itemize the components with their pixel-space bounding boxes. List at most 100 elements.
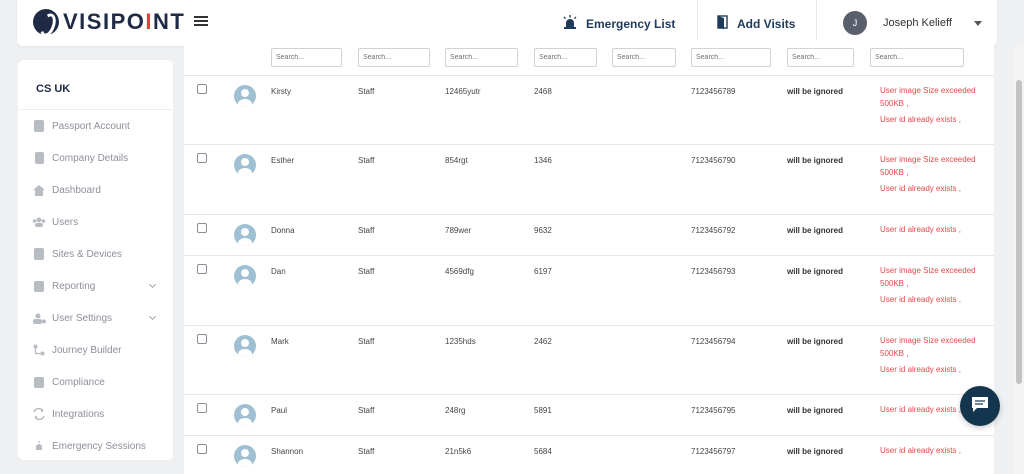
user-avatar-icon [234, 335, 256, 357]
row-checkbox[interactable] [197, 334, 207, 344]
error-user-id-exists: User id already exists , [880, 365, 961, 374]
organization-name: CS UK [18, 60, 173, 110]
add-visits-button[interactable]: Add Visits [717, 15, 795, 32]
search-column5-input[interactable] [612, 48, 676, 67]
journey-icon [32, 344, 46, 356]
search-phone-input[interactable] [691, 48, 771, 67]
table-row[interactable]: Kirsty Staff 12465yutr 2468 7123456789 w… [184, 76, 994, 145]
user-id-cell: 789wer [445, 226, 472, 235]
row-checkbox[interactable] [197, 223, 207, 233]
row-checkbox[interactable] [197, 264, 207, 274]
user-menu[interactable]: J Joseph Kelieff [843, 11, 982, 35]
user-avatar-icon [234, 154, 256, 176]
user-avatar-icon [234, 445, 256, 467]
sidebar-item-dashboard[interactable]: Dashboard [18, 174, 173, 206]
table-row[interactable]: Esther Staff 854rgt 1346 7123456790 will… [184, 145, 994, 215]
logo-mark-icon [33, 9, 59, 35]
user-name-cell: Esther [271, 156, 295, 165]
sidebar-item-sites-devices[interactable]: Sites & Devices [18, 238, 173, 270]
status-cell: will be ignored [787, 337, 844, 346]
passport-icon [32, 120, 46, 132]
row-checkbox[interactable] [197, 84, 207, 94]
search-type-input[interactable] [358, 48, 430, 67]
search-status-input[interactable] [787, 48, 854, 67]
user-settings-icon [32, 312, 46, 324]
user-type-cell: Staff [358, 447, 375, 456]
sidebar-item-compliance[interactable]: Compliance [18, 366, 173, 398]
emergency-list-button[interactable]: Emergency List [562, 15, 675, 32]
table-row[interactable]: Shannon Staff 21n5k6 5684 7123456797 wil… [184, 436, 994, 474]
hamburger-menu-icon[interactable] [194, 14, 208, 28]
row-checkbox[interactable] [197, 403, 207, 413]
sidebar-item-integrations[interactable]: Integrations [18, 398, 173, 430]
user-name-cell: Dan [271, 267, 286, 276]
users-import-table: Kirsty Staff 12465yutr 2468 7123456789 w… [184, 40, 994, 474]
user-avatar-icon [234, 85, 256, 107]
page-scrollbar[interactable] [1014, 46, 1024, 474]
building-icon [32, 152, 46, 164]
table-row[interactable]: Paul Staff 248rg 5891 7123456795 will be… [184, 395, 994, 436]
chat-bubble-icon [970, 395, 990, 418]
door-icon [717, 15, 729, 32]
users-icon [32, 216, 46, 228]
error-image-size: User image Size exceeded 500KB , [880, 86, 976, 108]
user-id-cell: 854rgt [445, 156, 468, 165]
phone-cell: 7123456797 [691, 447, 736, 456]
sidebar-item-passport-account[interactable]: Passport Account [18, 110, 173, 142]
chat-button[interactable] [960, 386, 1000, 426]
sidebar-item-journey-builder[interactable]: Journey Builder [18, 334, 173, 366]
error-image-size: User image Size exceeded 500KB , [880, 155, 976, 177]
phone-cell: 7123456794 [691, 337, 736, 346]
emergency-list-label: Emergency List [586, 16, 676, 31]
caret-down-icon [973, 20, 982, 26]
user-type-cell: Staff [358, 406, 375, 415]
user-type-cell: Staff [358, 226, 375, 235]
user-name-cell: Mark [271, 337, 289, 346]
sidebar-item-reporting[interactable]: Reporting [18, 270, 173, 302]
sidebar-item-company-details[interactable]: Company Details [18, 142, 173, 174]
user-avatar-icon [234, 404, 256, 426]
search-id-input[interactable] [445, 48, 518, 67]
scrollbar-thumb[interactable] [1016, 80, 1022, 384]
user-code-cell: 9632 [534, 226, 552, 235]
phone-cell: 7123456789 [691, 87, 736, 96]
user-name-cell: Shannon [271, 447, 304, 456]
row-checkbox[interactable] [197, 153, 207, 163]
error-user-id-exists: User id already exists , [880, 225, 961, 234]
column-search-row [184, 48, 994, 68]
sidebar-item-users[interactable]: Users [18, 206, 173, 238]
visipoint-logo[interactable]: VISIPOINT [33, 9, 185, 35]
user-type-cell: Staff [358, 87, 375, 96]
report-icon [32, 280, 46, 292]
search-code-input[interactable] [534, 48, 597, 67]
sidebar-item-emergency-sessions[interactable]: Emergency Sessions [18, 430, 173, 460]
error-user-id-exists: User id already exists , [880, 446, 961, 455]
user-id-cell: 12465yutr [445, 87, 481, 96]
status-cell: will be ignored [787, 447, 844, 456]
phone-cell: 7123456795 [691, 406, 736, 415]
table-row[interactable]: Dan Staff 4569dfg 6197 7123456793 will b… [184, 256, 994, 326]
user-id-cell: 4569dfg [445, 267, 474, 276]
chevron-down-icon [148, 280, 157, 289]
user-avatar-icon [234, 224, 256, 246]
add-visits-label: Add Visits [737, 16, 796, 31]
logo-text: VISIPOINT [63, 9, 186, 34]
sidebar-item-user-settings[interactable]: User Settings [18, 302, 173, 334]
user-name-cell: Paul [271, 406, 288, 415]
user-code-cell: 2468 [534, 87, 552, 96]
table-row[interactable]: Mark Staff 1235hds 2462 7123456794 will … [184, 326, 994, 395]
user-type-cell: Staff [358, 267, 375, 276]
devices-icon [32, 248, 46, 260]
chevron-down-icon [148, 312, 157, 321]
row-checkbox[interactable] [197, 444, 207, 454]
table-row[interactable]: Donna Staff 789wer 9632 7123456792 will … [184, 215, 994, 256]
search-name-input[interactable] [271, 48, 342, 67]
phone-cell: 7123456792 [691, 226, 736, 235]
user-avatar-icon [234, 265, 256, 287]
status-cell: will be ignored [787, 87, 844, 96]
status-cell: will be ignored [787, 267, 844, 276]
search-errors-input[interactable] [870, 48, 964, 67]
error-image-size: User image Size exceeded 500KB , [880, 266, 976, 288]
user-id-cell: 1235hds [445, 337, 476, 346]
error-user-id-exists: User id already exists , [880, 115, 961, 124]
